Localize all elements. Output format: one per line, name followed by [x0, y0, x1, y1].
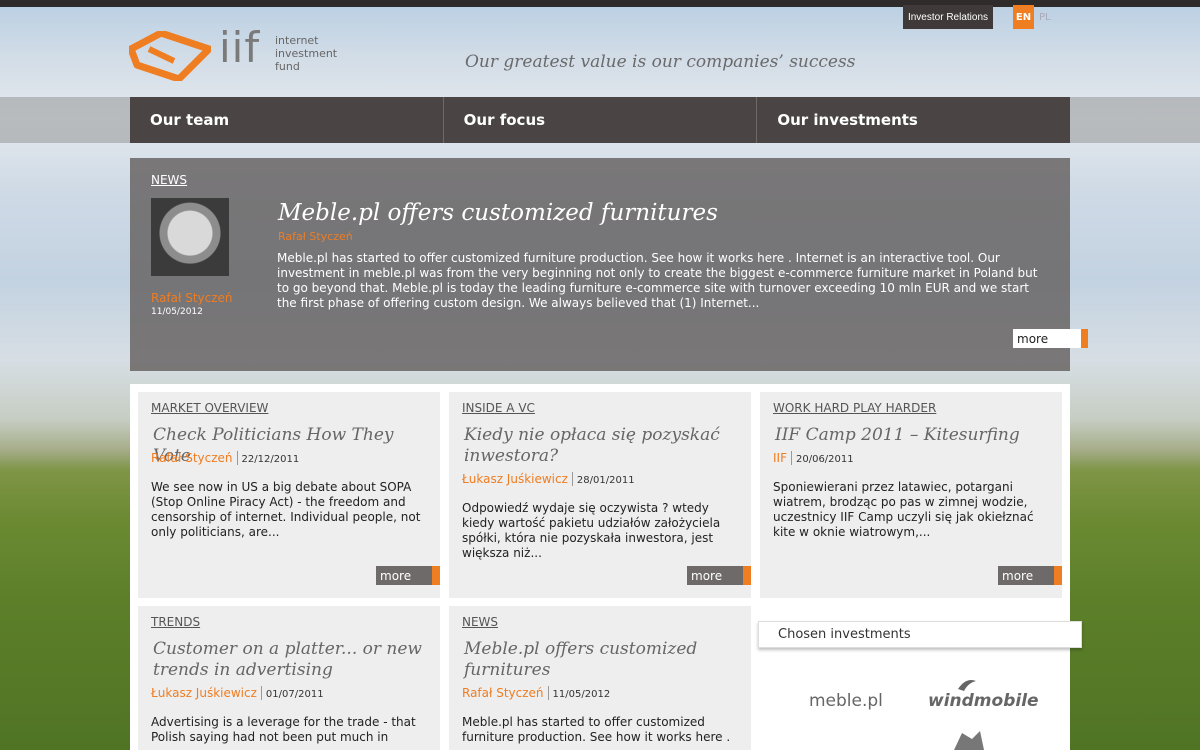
card-more-button[interactable]: more	[687, 566, 751, 585]
hero-more-button[interactable]: more	[1013, 329, 1088, 348]
card-trends: TRENDS Customer on a platter... or new t…	[138, 606, 440, 750]
card-title[interactable]: IIF Camp 2011 – Kitesurfing	[775, 425, 1055, 446]
hero-body: Meble.pl has started to offer customized…	[277, 251, 1038, 310]
card-meta: Rafał Styczeń 22/12/2011	[151, 451, 299, 465]
card-inside-a-vc: INSIDE A VC Kiedy nie opłaca się pozyska…	[449, 392, 751, 598]
hero-title[interactable]: Meble.pl offers customized furnitures	[278, 200, 718, 226]
meta-divider	[790, 451, 792, 465]
main-nav: Our team Our focus Our investments	[130, 97, 1071, 143]
card-more-button[interactable]: more	[998, 566, 1062, 585]
author-photo	[151, 198, 229, 276]
card-author[interactable]: Rafał Styczeń	[462, 686, 544, 700]
partner-logo-icon	[954, 731, 984, 750]
hero-author[interactable]: Rafał Styczeń	[151, 291, 233, 305]
card-body: Advertising is a leverage for the trade …	[151, 715, 416, 744]
card-body: We see now in US a big debate about SOPA…	[151, 480, 421, 539]
card-body: Meble.pl has started to offer customized…	[462, 715, 731, 744]
nav-our-focus[interactable]: Our focus	[443, 97, 758, 143]
card-body: Odpowiedź wydaje się oczywista ? wtedy k…	[462, 501, 721, 560]
iif-logo[interactable]: iif internet investment fund	[129, 23, 339, 81]
card-date: 28/01/2011	[576, 475, 635, 486]
tagline: Our greatest value is our companies’ suc…	[465, 52, 856, 72]
card-category[interactable]: WORK HARD PLAY HARDER	[773, 401, 936, 415]
card-body: Sponiewierani przez latawiec, potargani …	[773, 480, 1034, 539]
card-category[interactable]: NEWS	[462, 615, 498, 629]
nav-our-team[interactable]: Our team	[130, 97, 444, 143]
meta-divider	[260, 686, 262, 700]
card-category[interactable]: TRENDS	[151, 615, 200, 629]
language-en-button[interactable]: EN	[1013, 5, 1034, 29]
language-pl-button[interactable]: PL	[1039, 5, 1055, 29]
card-date: 20/06/2011	[795, 454, 854, 465]
card-author[interactable]: IIF	[773, 451, 787, 465]
nav-our-investments[interactable]: Our investments	[757, 97, 1071, 143]
hero-date: 11/05/2012	[151, 307, 203, 317]
logo-iif-text: iif	[219, 23, 261, 72]
chosen-investments: Chosen investments meble.pl windmobile	[758, 621, 1082, 750]
hero-section-label[interactable]: NEWS	[151, 173, 187, 187]
windmobile-swirl-icon	[958, 680, 976, 691]
card-title[interactable]: Customer on a platter... or new trends i…	[153, 639, 433, 681]
card-author[interactable]: Łukasz Juśkiewicz	[151, 686, 257, 700]
card-meta: Rafał Styczeń 11/05/2012	[462, 686, 610, 700]
logo-caption: internet investment fund	[275, 34, 338, 73]
windmobile-logo[interactable]: windmobile	[928, 691, 1039, 711]
card-title[interactable]: Meble.pl offers customized furnitures	[464, 639, 744, 681]
meta-divider	[236, 451, 238, 465]
hero-news: NEWS Rafał Styczeń 11/05/2012 Meble.pl o…	[130, 158, 1088, 371]
chosen-investments-title: Chosen investments	[758, 621, 1082, 648]
card-market-overview: MARKET OVERVIEW Check Politicians How Th…	[138, 392, 440, 598]
investor-relations-button[interactable]: Investor Relations	[903, 5, 993, 29]
meta-divider	[547, 686, 549, 700]
card-category[interactable]: MARKET OVERVIEW	[151, 401, 268, 415]
card-meta: IIF 20/06/2011	[773, 451, 854, 465]
card-date: 11/05/2012	[552, 689, 611, 700]
card-meta: Łukasz Juśkiewicz 28/01/2011	[462, 472, 635, 486]
card-author[interactable]: Łukasz Juśkiewicz	[462, 472, 568, 486]
card-author[interactable]: Rafał Styczeń	[151, 451, 233, 465]
hero-subtitle-author[interactable]: Rafał Styczeń	[278, 230, 353, 243]
card-more-button[interactable]: more	[376, 566, 440, 585]
card-title[interactable]: Kiedy nie opłaca się pozyskać inwestora?	[464, 425, 744, 467]
meble-logo[interactable]: meble.pl	[809, 691, 883, 711]
card-meta: Łukasz Juśkiewicz 01/07/2011	[151, 686, 324, 700]
card-date: 22/12/2011	[241, 454, 300, 465]
content-area: MARKET OVERVIEW Check Politicians How Th…	[130, 384, 1082, 750]
logo-mark-icon	[129, 31, 211, 81]
card-work-hard-play-harder: WORK HARD PLAY HARDER IIF Camp 2011 – Ki…	[760, 392, 1062, 598]
meta-divider	[571, 472, 573, 486]
card-category[interactable]: INSIDE A VC	[462, 401, 535, 415]
card-news: NEWS Meble.pl offers customized furnitur…	[449, 606, 751, 750]
card-date: 01/07/2011	[265, 689, 324, 700]
